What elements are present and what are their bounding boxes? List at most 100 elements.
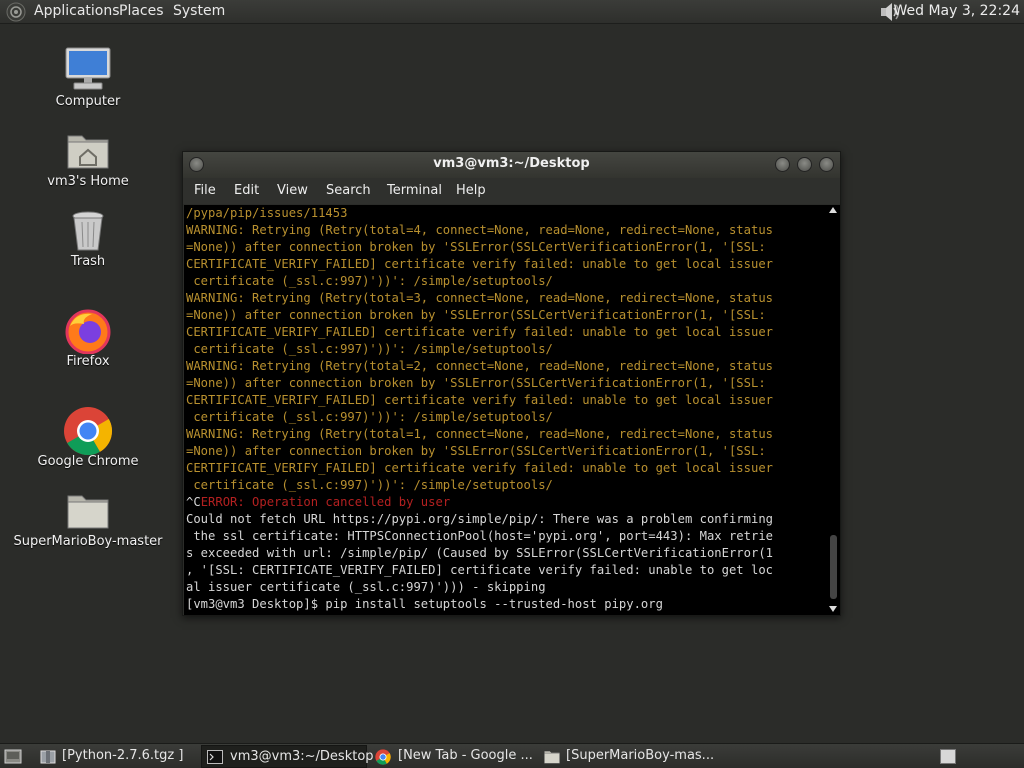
close-button[interactable] (819, 157, 834, 172)
terminal-line-text: WARNING: Retrying (Retry(total=2, connec… (186, 359, 773, 373)
terminal-line-text: CERTIFICATE_VERIFY_FAILED] certificate v… (186, 393, 773, 407)
terminal-line: certificate (_ssl.c:997)'))': /simple/se… (186, 477, 827, 494)
home-folder-icon (67, 135, 109, 169)
terminal-line-text: WARNING: Retrying (Retry(total=3, connec… (186, 291, 773, 305)
terminal-line: WARNING: Retrying (Retry(total=1, connec… (186, 426, 827, 443)
desktop-icon-trash[interactable]: Trash (0, 208, 176, 270)
terminal-line-text: certificate (_ssl.c:997)'))': /simple/se… (186, 478, 553, 492)
system-menu[interactable]: System (173, 3, 225, 19)
archive-icon (40, 750, 56, 764)
terminal-line-text: the ssl certificate: HTTPSConnectionPool… (186, 529, 773, 543)
desktop-icon-label: Trash (70, 254, 106, 269)
task-label: [SuperMarioBoy-mas... (566, 748, 715, 763)
terminal-line-text: /pypa/pip/issues/11453 (186, 206, 348, 220)
terminal-line: ^CERROR: Operation cancelled by user (186, 494, 827, 511)
terminal-line-text: =None)) after connection broken by 'SSLE… (186, 240, 766, 254)
terminal-line: CERTIFICATE_VERIFY_FAILED] certificate v… (186, 256, 827, 273)
maximize-button[interactable] (797, 157, 812, 172)
task-chrome[interactable]: [New Tab - Google ... (372, 745, 534, 768)
trash-icon (72, 211, 104, 251)
terminal-line: =None)) after connection broken by 'SSLE… (186, 239, 827, 256)
terminal-icon (207, 750, 223, 764)
terminal-line-text: s exceeded with url: /simple/pip/ (Cause… (186, 546, 773, 560)
terminal-line-text: WARNING: Retrying (Retry(total=4, connec… (186, 223, 773, 237)
terminal-line-prefix: ^C (186, 495, 201, 509)
terminal-line: certificate (_ssl.c:997)'))': /simple/se… (186, 409, 827, 426)
bottom-panel: [Python-2.7.6.tgz ] vm3@vm3:~/Desktop [N… (0, 743, 1024, 768)
terminal-line-text: =None)) after connection broken by 'SSLE… (186, 376, 766, 390)
terminal-line-text: [vm3@vm3 Desktop]$ pip install setuptool… (186, 597, 663, 611)
task-label: [Python-2.7.6.tgz ] (62, 748, 184, 763)
terminal-line: CERTIFICATE_VERIFY_FAILED] certificate v… (186, 392, 827, 409)
chrome-icon (64, 407, 113, 456)
terminal-line: Could not fetch URL https://pypi.org/sim… (186, 511, 827, 528)
terminal-line: =None)) after connection broken by 'SSLE… (186, 375, 827, 392)
desktop-icon-computer[interactable]: Computer (0, 44, 176, 110)
scroll-up-arrow-icon[interactable] (829, 207, 837, 213)
window-title: vm3@vm3:~/Desktop (433, 156, 590, 171)
terminal-line-text: CERTIFICATE_VERIFY_FAILED] certificate v… (186, 461, 773, 475)
computer-icon (65, 47, 111, 90)
menu-search[interactable]: Search (326, 183, 371, 198)
clock[interactable]: Wed May 3, 22:24 (893, 3, 1020, 19)
menu-file[interactable]: File (194, 183, 216, 198)
scroll-down-arrow-icon[interactable] (829, 606, 837, 612)
terminal-line: WARNING: Retrying (Retry(total=4, connec… (186, 222, 827, 239)
terminal-line-text: certificate (_ssl.c:997)'))': /simple/se… (186, 342, 553, 356)
terminal-line-text: ERROR: Operation cancelled by user (200, 495, 451, 509)
applications-menu[interactable]: Applications (34, 3, 120, 19)
desktop-icon-firefox[interactable]: Firefox (0, 306, 176, 370)
menu-view[interactable]: View (277, 183, 308, 198)
task-terminal[interactable]: vm3@vm3:~/Desktop (201, 745, 374, 768)
terminal-line: , '[SSL: CERTIFICATE_VERIFY_FAILED] cert… (186, 562, 827, 579)
task-supermarioboy-folder[interactable]: [SuperMarioBoy-mas... (540, 745, 714, 768)
menu-edit[interactable]: Edit (234, 183, 259, 198)
terminal-line: WARNING: Retrying (Retry(total=3, connec… (186, 290, 827, 307)
desktop-icon-supermarioboy[interactable]: SuperMarioBoy-master (0, 488, 176, 550)
minimize-button[interactable] (775, 157, 790, 172)
terminal-line: =None)) after connection broken by 'SSLE… (186, 307, 827, 324)
terminal-menubar: File Edit View Search Terminal Help (183, 178, 840, 204)
chrome-icon (375, 749, 391, 765)
terminal-line: =None)) after connection broken by 'SSLE… (186, 443, 827, 460)
terminal-line-text: CERTIFICATE_VERIFY_FAILED] certificate v… (186, 257, 773, 271)
desktop-icon-chrome[interactable]: Google Chrome (0, 404, 176, 470)
task-label: [New Tab - Google ... (398, 748, 533, 763)
terminal-line-text: certificate (_ssl.c:997)'))': /simple/se… (186, 410, 553, 424)
scroll-thumb[interactable] (830, 535, 837, 599)
task-python-archive[interactable]: [Python-2.7.6.tgz ] (36, 745, 196, 768)
terminal-line-text: =None)) after connection broken by 'SSLE… (186, 308, 766, 322)
terminal-line-text: CERTIFICATE_VERIFY_FAILED] certificate v… (186, 325, 773, 339)
terminal-line: certificate (_ssl.c:997)'))': /simple/se… (186, 273, 827, 290)
terminal-line-text: WARNING: Retrying (Retry(total=1, connec… (186, 427, 773, 441)
terminal-line: the ssl certificate: HTTPSConnectionPool… (186, 528, 827, 545)
desktop-icon-label: SuperMarioBoy-master (13, 534, 163, 549)
terminal-scrollbar[interactable] (827, 205, 840, 615)
terminal-line: WARNING: Retrying (Retry(total=2, connec… (186, 358, 827, 375)
terminal-line-text: al issuer certificate (_ssl.c:997)'))) -… (186, 580, 546, 594)
terminal-line-text: , '[SSL: CERTIFICATE_VERIFY_FAILED] cert… (186, 563, 773, 577)
desktop-icon-label: vm3's Home (47, 174, 129, 189)
terminal-line: CERTIFICATE_VERIFY_FAILED] certificate v… (186, 460, 827, 477)
menu-help[interactable]: Help (456, 183, 486, 198)
desktop-icon-label: Google Chrome (37, 454, 139, 469)
terminal-window[interactable]: vm3@vm3:~/Desktop File Edit View Search … (182, 151, 841, 616)
window-titlebar[interactable]: vm3@vm3:~/Desktop (183, 152, 840, 178)
folder-icon (544, 751, 560, 764)
terminal-line-text: Could not fetch URL https://pypi.org/sim… (186, 512, 773, 526)
workspace-switcher-icon[interactable] (940, 749, 956, 764)
desktop-icon-home[interactable]: vm3's Home (0, 128, 176, 190)
terminal-line: [vm3@vm3 Desktop]$ pip install setuptool… (186, 596, 827, 613)
firefox-icon (65, 309, 111, 354)
terminal-line: s exceeded with url: /simple/pip/ (Cause… (186, 545, 827, 562)
terminal-line-text: certificate (_ssl.c:997)'))': /simple/se… (186, 274, 553, 288)
places-menu[interactable]: Places (119, 3, 164, 19)
menu-terminal[interactable]: Terminal (387, 183, 442, 198)
desktop-icon-label: Computer (55, 94, 121, 109)
terminal-output[interactable]: /pypa/pip/issues/11453 WARNING: Retrying … (184, 205, 827, 615)
desktop-icon-label: Firefox (66, 354, 110, 369)
terminal-line-text: =None)) after connection broken by 'SSLE… (186, 444, 766, 458)
gnome-foot-icon[interactable] (6, 2, 26, 22)
terminal-line: /pypa/pip/issues/11453 (186, 205, 827, 222)
show-desktop-icon[interactable] (4, 749, 22, 764)
